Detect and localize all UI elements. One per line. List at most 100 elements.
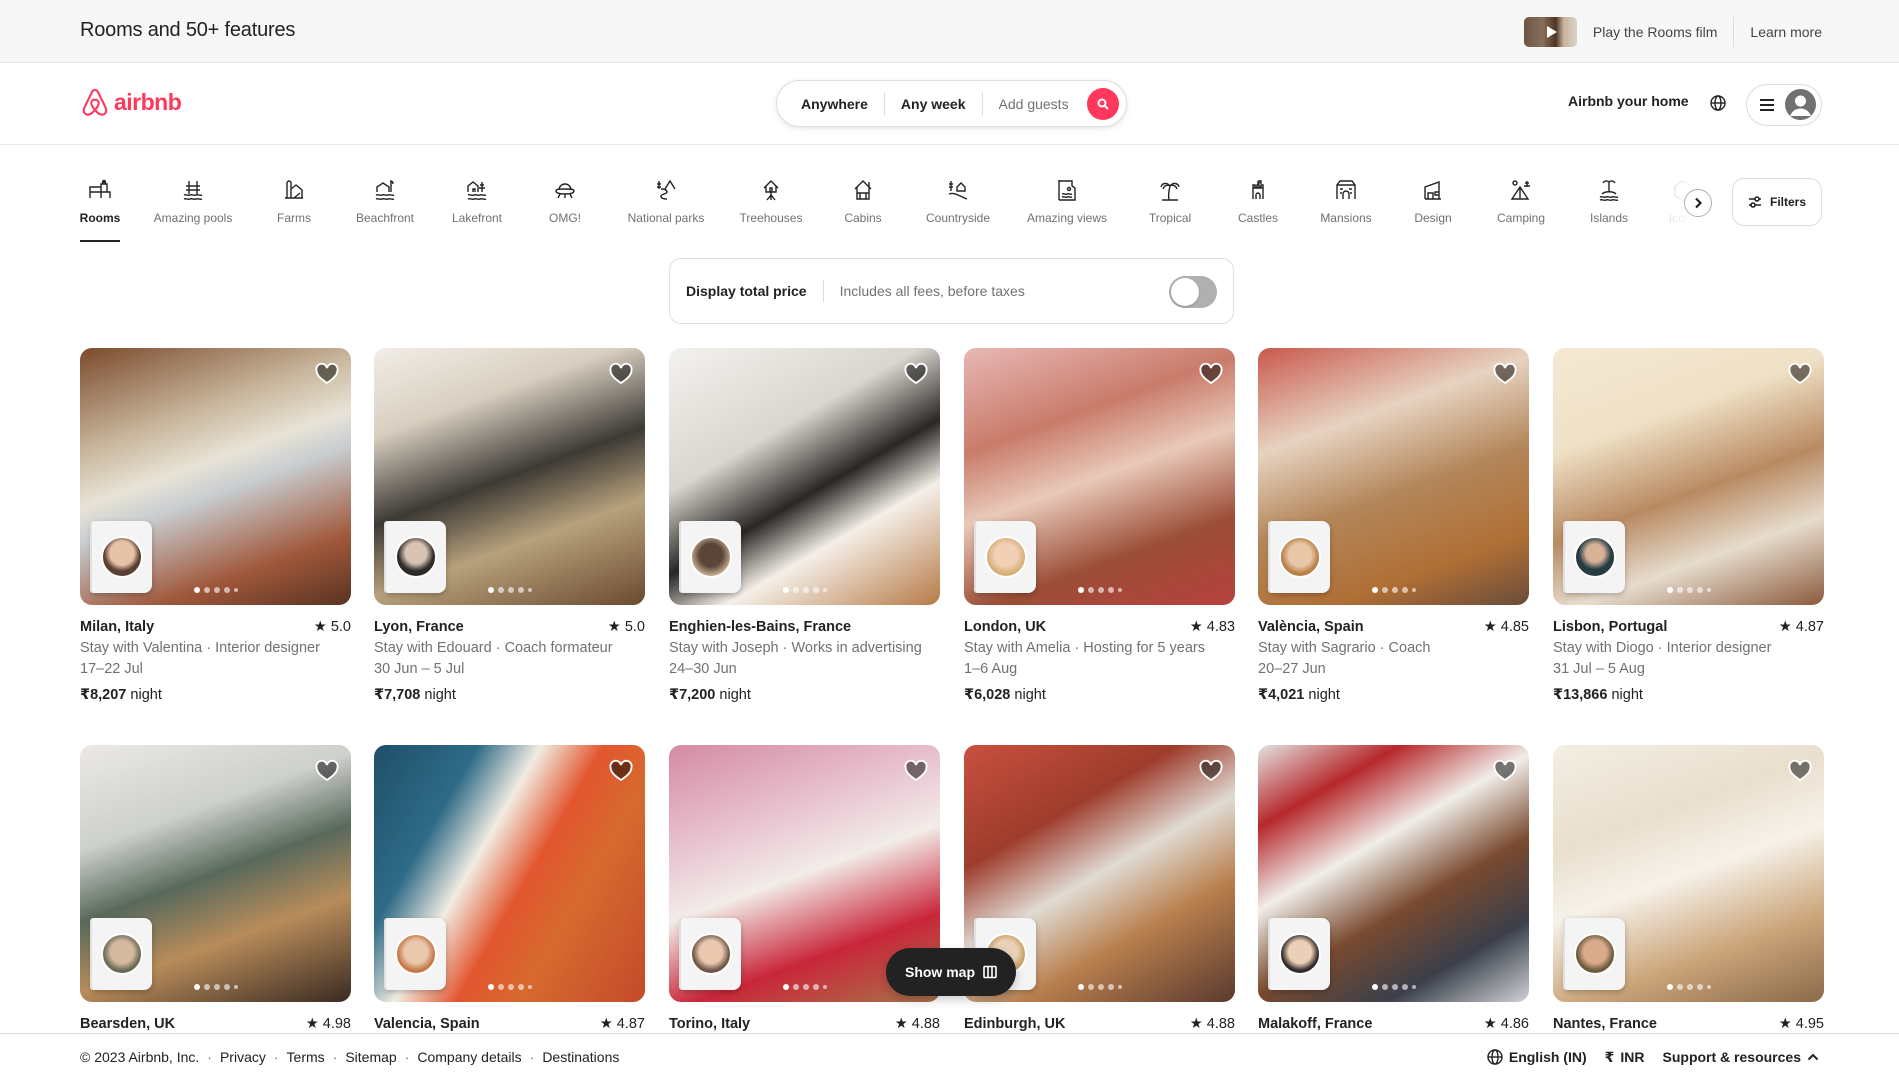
category-islands[interactable]: Islands (1569, 175, 1649, 245)
heart-icon[interactable] (904, 362, 928, 386)
listing-info: Edinburgh, UK ★ 4.88 (964, 1014, 1235, 1035)
pagination-dot (1087, 984, 1094, 990)
user-menu-button[interactable] (1746, 84, 1822, 126)
treehouse-icon (758, 177, 784, 203)
category-cabins[interactable]: Cabins (823, 175, 903, 245)
listing-photo[interactable] (1258, 348, 1529, 605)
heart-icon[interactable] (1199, 362, 1223, 386)
listing-photo[interactable] (80, 348, 351, 605)
listing-card[interactable]: Malakoff, France ★ 4.86 (1258, 745, 1529, 1035)
listing-photo[interactable] (80, 745, 351, 1002)
category-countryside[interactable]: Countryside (918, 175, 998, 245)
heart-icon[interactable] (1493, 362, 1517, 386)
pagination-dot (812, 587, 819, 593)
category-castles[interactable]: Castles (1218, 175, 1298, 245)
search-dates[interactable]: Any week (901, 96, 966, 112)
currency-selector[interactable]: ₹ INR (1605, 1049, 1645, 1066)
listing-card[interactable]: Nantes, France ★ 4.95 (1553, 745, 1824, 1035)
category-farms[interactable]: Farms (254, 175, 334, 245)
heart-icon[interactable] (609, 759, 633, 783)
footer-link-destinations[interactable]: Destinations (542, 1049, 619, 1065)
language-button[interactable] (1707, 92, 1729, 114)
category-treehouses[interactable]: Treehouses (731, 175, 811, 245)
category-amazing-views[interactable]: Amazing views (1027, 175, 1107, 245)
footer-link-privacy[interactable]: Privacy (220, 1049, 266, 1065)
show-map-button[interactable]: Show map (886, 948, 1016, 996)
heart-icon[interactable] (315, 362, 339, 386)
listing-card[interactable]: València, Spain ★ 4.85 Stay with Sagrario … (1258, 348, 1529, 706)
category-national-parks[interactable]: National parks (626, 175, 706, 245)
search-button[interactable] (1087, 88, 1119, 120)
photo-pagination-dots (487, 984, 532, 990)
heart-icon[interactable] (1199, 759, 1223, 783)
pagination-dot (517, 587, 524, 593)
rating-value: 4.87 (616, 1016, 645, 1032)
pagination-dot (1117, 985, 1122, 989)
listing-photo[interactable] (1553, 745, 1824, 1002)
category-camping[interactable]: Camping (1481, 175, 1561, 245)
category-omg[interactable]: OMG! (525, 175, 605, 245)
category-label: Islands (1589, 211, 1629, 225)
heart-icon[interactable] (1788, 362, 1812, 386)
category-mansions[interactable]: Mansions (1306, 175, 1386, 245)
heart-icon[interactable] (1788, 759, 1812, 783)
category-amazing-pools[interactable]: Amazing pools (153, 175, 233, 245)
category-design[interactable]: Design (1393, 175, 1473, 245)
total-price-toggle[interactable] (1169, 276, 1217, 308)
pagination-dot (507, 587, 514, 593)
listing-photo[interactable] (1553, 348, 1824, 605)
pagination-dot (527, 588, 532, 592)
host-avatar (985, 536, 1027, 578)
film-thumbnail[interactable] (1523, 17, 1577, 47)
host-card (92, 918, 152, 990)
listing-host: Stay with Amelia · Hosting for 5 years (964, 640, 1205, 656)
heart-icon[interactable] (1493, 759, 1517, 783)
category-beachfront[interactable]: Beachfront (345, 175, 425, 245)
airbnb-logo[interactable]: airbnb (80, 86, 182, 118)
photo-pagination-dots (1371, 984, 1416, 990)
rating-value: 5.0 (330, 619, 351, 635)
palm-icon (1157, 177, 1183, 203)
heart-icon[interactable] (315, 759, 339, 783)
category-rooms[interactable]: Rooms (80, 175, 120, 245)
listing-card[interactable]: Lyon, France ★ 5.0 Stay with Edouard · Coa… (374, 348, 645, 706)
learn-more-link[interactable]: Learn more (1750, 24, 1822, 40)
star-icon: ★ (313, 619, 327, 635)
price-value: ₹7,708 (374, 687, 421, 703)
pagination-dot (1107, 587, 1114, 593)
airbnb-your-home-link[interactable]: Airbnb your home (1568, 93, 1689, 109)
pagination-dot (527, 985, 532, 989)
listing-photo[interactable] (964, 348, 1235, 605)
logo-wordmark: airbnb (114, 88, 182, 115)
search-guests[interactable]: Add guests (999, 96, 1069, 112)
heart-icon[interactable] (609, 362, 633, 386)
listing-card[interactable]: Lisbon, Portugal ★ 4.87 Stay with Diogo · … (1553, 348, 1824, 706)
categories-next-button[interactable] (1684, 189, 1712, 217)
footer-link-terms[interactable]: Terms (287, 1049, 325, 1065)
pagination-dot (1411, 588, 1416, 592)
listing-card[interactable]: Milan, Italy ★ 5.0 Stay with Valentina · I… (80, 348, 351, 706)
search-location[interactable]: Anywhere (801, 96, 868, 112)
listing-card[interactable]: Valencia, Spain ★ 4.87 (374, 745, 645, 1035)
category-lakefront[interactable]: Lakefront (437, 175, 517, 245)
language-selector[interactable]: English (IN) (1487, 1049, 1587, 1065)
listing-card[interactable]: London, UK ★ 4.83 Stay with Amelia · Hosti… (964, 348, 1235, 706)
filters-button[interactable]: Filters (1732, 178, 1822, 226)
listing-photo[interactable] (1258, 745, 1529, 1002)
listing-photo[interactable] (669, 348, 940, 605)
footer-link-company-details[interactable]: Company details (417, 1049, 521, 1065)
play-film-link[interactable]: Play the Rooms film (1593, 24, 1717, 40)
host-card (1565, 918, 1625, 990)
listing-photo[interactable] (374, 348, 645, 605)
listing-card[interactable]: Bearsden, UK ★ 4.98 (80, 745, 351, 1035)
heart-icon[interactable] (904, 759, 928, 783)
category-tropical[interactable]: Tropical (1130, 175, 1210, 245)
search-bar[interactable]: Anywhere Any week Add guests (776, 80, 1127, 127)
listing-card[interactable]: Enghien-les-Bains, France Stay with Josep… (669, 348, 940, 706)
globe-icon (1487, 1049, 1503, 1065)
footer-link-sitemap[interactable]: Sitemap (345, 1049, 396, 1065)
support-resources-button[interactable]: Support & resources (1663, 1049, 1819, 1065)
photo-pagination-dots (1666, 984, 1711, 990)
currency-label: INR (1620, 1049, 1645, 1065)
listing-photo[interactable] (374, 745, 645, 1002)
